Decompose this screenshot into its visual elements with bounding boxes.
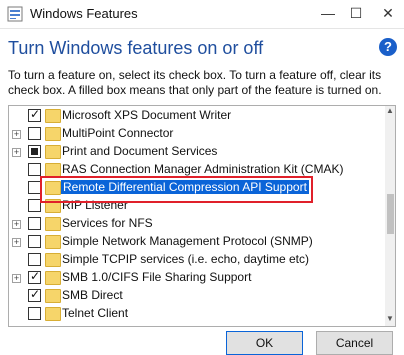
feature-checkbox[interactable] [28,145,41,158]
folder-icon [45,145,61,159]
scroll-thumb[interactable] [387,194,394,234]
feature-checkbox[interactable]: ✓ [28,107,41,122]
feature-checkbox[interactable]: ✓ [28,269,41,284]
feature-row[interactable]: Telnet Client [9,305,384,323]
feature-checkbox[interactable] [28,307,41,320]
windows-features-icon [7,6,23,22]
feature-label: MultiPoint Connector [62,126,174,140]
feature-label: SMB Direct [62,288,123,302]
cancel-button[interactable]: Cancel [316,331,393,355]
expand-icon[interactable]: + [12,238,21,247]
scroll-up-icon[interactable]: ▲ [385,106,395,118]
feature-checkbox[interactable] [28,127,41,140]
feature-checkbox[interactable]: ✓ [28,287,41,302]
checkmark-icon: ✓ [30,107,41,121]
feature-label: Services for NFS [62,216,153,230]
folder-icon [45,163,61,177]
folder-icon [45,235,61,249]
feature-label: Print and Document Services [62,144,218,158]
feature-row[interactable]: Simple TCPIP services (i.e. echo, daytim… [9,251,384,269]
feature-row[interactable]: + Print and Document Services [9,143,384,161]
feature-label: Telnet Client [62,306,129,320]
folder-icon [45,271,61,285]
instructions-text: To turn a feature on, select its check b… [8,68,382,97]
folder-icon [45,109,61,123]
feature-row[interactable]: + ✓ SMB 1.0/CIFS File Sharing Support [9,269,384,287]
feature-checkbox[interactable] [28,163,41,176]
page-title: Turn Windows features on or off [8,38,264,58]
feature-label: RAS Connection Manager Administration Ki… [62,162,344,176]
folder-icon [45,253,61,267]
feature-row[interactable]: ✓ SMB Direct [9,287,384,305]
scroll-down-icon[interactable]: ▼ [385,314,395,326]
folder-icon [45,127,61,141]
feature-row[interactable]: + MultiPoint Connector [9,125,384,143]
feature-row[interactable]: + Simple Network Management Protocol (SNM… [9,233,384,251]
ok-button[interactable]: OK [226,331,303,355]
folder-icon [45,217,61,231]
checkmark-icon: ✓ [30,287,41,301]
feature-checkbox[interactable] [28,253,41,266]
vertical-scrollbar[interactable]: ▲ ▼ [385,106,395,326]
feature-checkbox[interactable] [28,235,41,248]
feature-label: Simple Network Management Protocol (SNMP… [62,234,313,248]
folder-icon [45,307,61,321]
help-icon[interactable]: ? [379,38,397,56]
folder-icon [45,289,61,303]
feature-label: SMB 1.0/CIFS File Sharing Support [62,270,252,284]
expand-icon[interactable]: + [12,220,21,229]
close-button[interactable]: ✕ [377,4,399,22]
feature-label: Simple TCPIP services (i.e. echo, daytim… [62,252,309,266]
window-title: Windows Features [30,6,138,21]
feature-checkbox[interactable] [28,217,41,230]
maximize-button[interactable]: ☐ [345,4,367,22]
checkmark-icon: ✓ [30,269,41,283]
title-bar: Windows Features — ☐ ✕ [0,0,404,29]
expand-icon[interactable]: + [12,274,21,283]
feature-row[interactable]: + Services for NFS [9,215,384,233]
expand-icon[interactable]: + [12,130,21,139]
minimize-button[interactable]: — [317,4,339,22]
expand-icon[interactable]: + [12,148,21,157]
feature-row[interactable]: ✓ Microsoft XPS Document Writer [9,107,384,125]
highlight-annotation [40,176,313,203]
features-tree[interactable]: ▲ ▼ ✓ Microsoft XPS Document Writer + Multi… [8,105,396,327]
partial-fill-icon [31,148,38,155]
feature-label: Microsoft XPS Document Writer [62,108,232,122]
